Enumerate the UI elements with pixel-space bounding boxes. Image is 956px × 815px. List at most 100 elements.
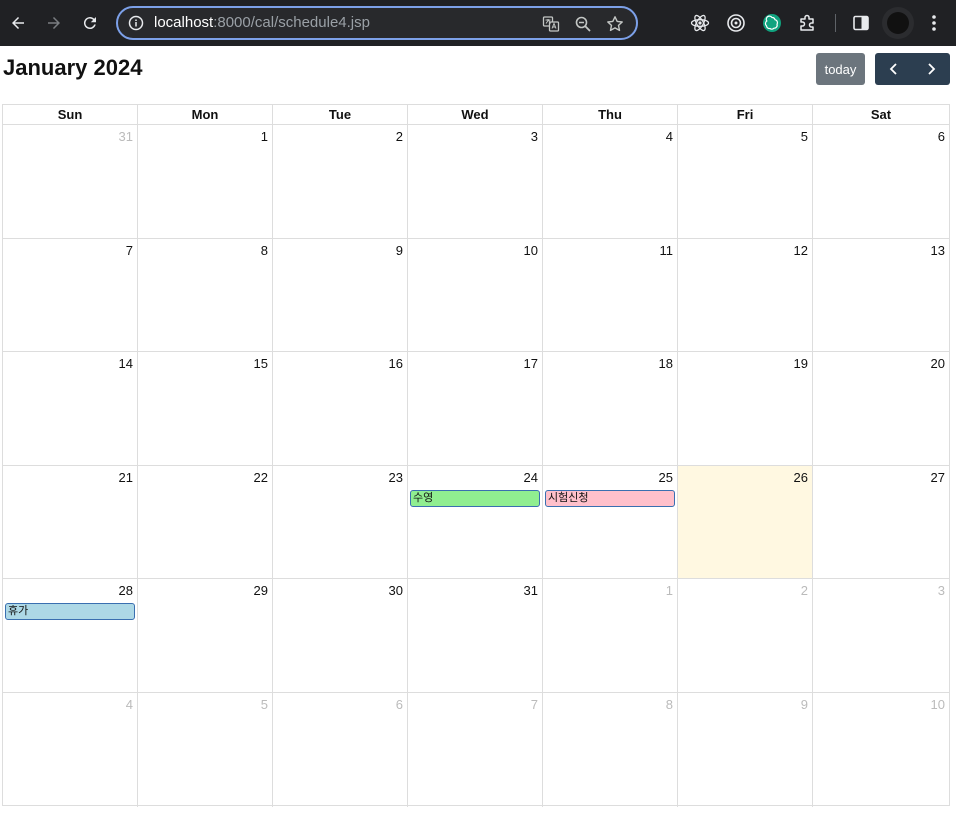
day-cell[interactable]: 14: [3, 352, 138, 465]
day-number[interactable]: 25: [659, 470, 673, 485]
day-cell[interactable]: 5: [138, 692, 273, 807]
day-number[interactable]: 1: [261, 129, 268, 144]
calendar-event[interactable]: 시험신청: [545, 489, 675, 507]
day-number[interactable]: 8: [666, 697, 673, 712]
day-number[interactable]: 8: [261, 243, 268, 258]
day-number[interactable]: 18: [659, 356, 673, 371]
day-number[interactable]: 31: [119, 129, 133, 144]
day-number[interactable]: 20: [931, 356, 945, 371]
day-cell[interactable]: 5: [678, 125, 813, 238]
day-number[interactable]: 11: [660, 243, 674, 258]
day-cell[interactable]: 17: [408, 352, 543, 465]
day-cell[interactable]: 1: [543, 579, 678, 692]
day-number[interactable]: 19: [794, 356, 808, 371]
address-bar[interactable]: localhost:8000/cal/schedule4.jsp: [116, 6, 638, 40]
day-number[interactable]: 29: [254, 583, 268, 598]
day-number[interactable]: 9: [396, 243, 403, 258]
more-menu-icon[interactable]: [925, 12, 943, 34]
star-icon[interactable]: [606, 15, 624, 33]
day-cell[interactable]: 10: [813, 693, 949, 807]
react-devtools-icon[interactable]: [690, 13, 710, 33]
zoom-out-icon[interactable]: [574, 15, 592, 33]
day-cell[interactable]: 18: [543, 352, 678, 465]
day-number[interactable]: 1: [666, 583, 673, 598]
day-cell[interactable]: 30: [273, 579, 408, 692]
day-number[interactable]: 7: [126, 243, 133, 258]
reload-button[interactable]: [78, 11, 102, 35]
day-number[interactable]: 17: [524, 356, 538, 371]
day-cell[interactable]: 7: [408, 692, 543, 807]
day-number[interactable]: 4: [126, 697, 133, 712]
profile-avatar[interactable]: [882, 7, 914, 39]
day-number[interactable]: 10: [524, 243, 538, 258]
chatgpt-extension-icon[interactable]: [762, 13, 782, 33]
day-number[interactable]: 3: [531, 129, 538, 144]
day-cell[interactable]: 24 수영: [408, 465, 543, 579]
day-cell[interactable]: 28 휴가: [3, 579, 138, 692]
info-icon[interactable]: [128, 15, 144, 31]
target-extension-icon[interactable]: [726, 13, 746, 33]
day-cell[interactable]: 7: [3, 238, 138, 352]
day-cell[interactable]: 2: [273, 125, 408, 238]
day-number[interactable]: 24: [524, 470, 538, 485]
day-cell-today[interactable]: 26: [678, 465, 813, 579]
day-cell[interactable]: 13: [813, 239, 949, 352]
day-number[interactable]: 9: [801, 697, 808, 712]
day-number[interactable]: 6: [938, 129, 945, 144]
day-number[interactable]: 28: [119, 583, 133, 598]
day-number[interactable]: 13: [931, 243, 945, 258]
day-number[interactable]: 5: [261, 697, 268, 712]
day-number[interactable]: 30: [389, 583, 403, 598]
today-button[interactable]: today: [816, 53, 865, 85]
day-cell[interactable]: 8: [543, 692, 678, 807]
day-cell[interactable]: 2: [678, 579, 813, 692]
back-button[interactable]: [6, 11, 30, 35]
day-number[interactable]: 4: [666, 129, 673, 144]
day-number[interactable]: 31: [524, 583, 538, 598]
day-cell[interactable]: 27: [813, 466, 949, 579]
day-number[interactable]: 2: [801, 583, 808, 598]
day-cell[interactable]: 31: [408, 579, 543, 692]
day-number[interactable]: 6: [396, 697, 403, 712]
calendar-event[interactable]: 수영: [410, 489, 540, 507]
day-cell[interactable]: 15: [138, 352, 273, 465]
prev-month-button[interactable]: [875, 53, 913, 85]
day-cell[interactable]: 9: [273, 238, 408, 352]
day-cell[interactable]: 25 시험신청: [543, 465, 678, 579]
day-number[interactable]: 27: [931, 470, 945, 485]
day-cell[interactable]: 31: [3, 125, 138, 238]
day-cell[interactable]: 16: [273, 352, 408, 465]
day-cell[interactable]: 21: [3, 465, 138, 579]
day-number[interactable]: 7: [531, 697, 538, 712]
day-cell[interactable]: 20: [813, 352, 949, 465]
day-cell[interactable]: 19: [678, 352, 813, 465]
day-number[interactable]: 23: [389, 470, 403, 485]
day-cell[interactable]: 22: [138, 465, 273, 579]
day-cell[interactable]: 11: [543, 238, 678, 352]
day-cell[interactable]: 3: [408, 125, 543, 238]
day-cell[interactable]: 8: [138, 238, 273, 352]
day-number[interactable]: 10: [931, 697, 945, 712]
day-cell[interactable]: 1: [138, 125, 273, 238]
day-number[interactable]: 14: [119, 356, 133, 371]
day-number[interactable]: 22: [254, 470, 268, 485]
day-number[interactable]: 3: [938, 583, 945, 598]
side-panel-icon[interactable]: [851, 13, 871, 33]
day-number[interactable]: 12: [794, 243, 808, 258]
day-number[interactable]: 15: [254, 356, 268, 371]
extensions-puzzle-icon[interactable]: [798, 13, 818, 33]
day-number[interactable]: 26: [794, 470, 808, 485]
day-cell[interactable]: 12: [678, 238, 813, 352]
day-cell[interactable]: 3: [813, 579, 949, 692]
day-cell[interactable]: 6: [273, 692, 408, 807]
day-number[interactable]: 16: [389, 356, 403, 371]
forward-button[interactable]: [42, 11, 66, 35]
day-number[interactable]: 21: [119, 470, 133, 485]
day-cell[interactable]: 6: [813, 125, 949, 238]
translate-icon[interactable]: [542, 15, 560, 33]
day-number[interactable]: 5: [801, 129, 808, 144]
day-cell[interactable]: 4: [3, 692, 138, 807]
day-cell[interactable]: 9: [678, 692, 813, 807]
day-cell[interactable]: 23: [273, 465, 408, 579]
url-text[interactable]: localhost:8000/cal/schedule4.jsp: [154, 14, 370, 31]
